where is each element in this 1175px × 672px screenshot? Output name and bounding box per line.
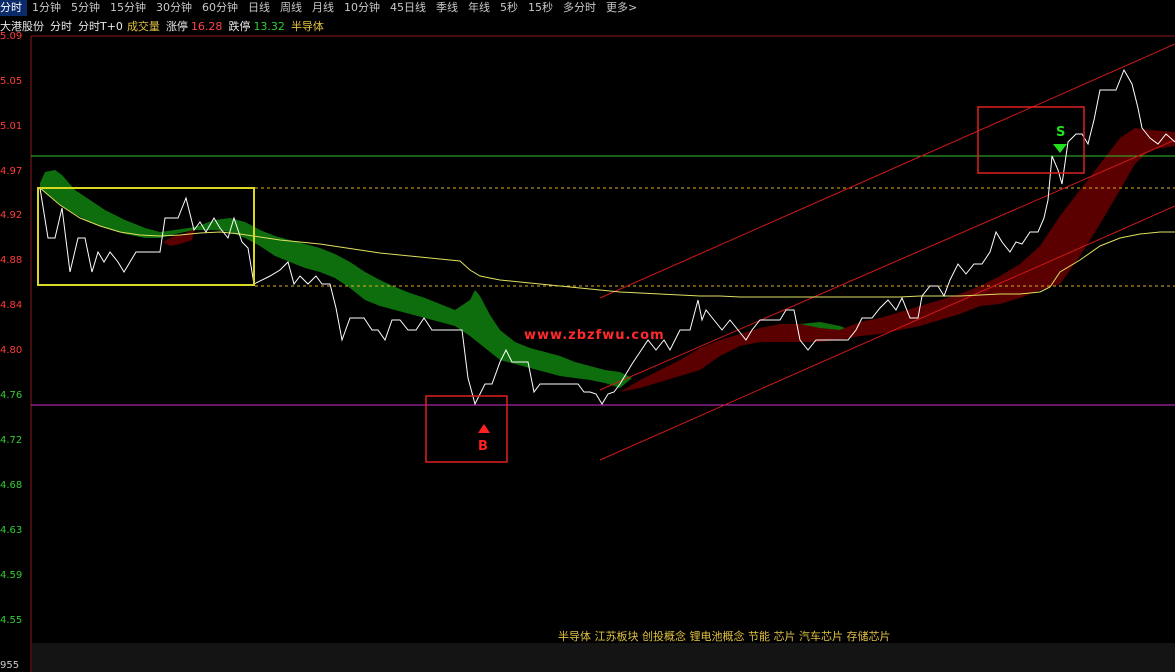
watermark-text: www.zbzfwu.com (524, 328, 665, 343)
volume-panel (32, 643, 1175, 672)
buy-arrow-icon (478, 424, 490, 433)
price-line (39, 68, 1175, 406)
buy-signal-box (425, 395, 508, 463)
price-axis: 5.09 5.05 5.01 4.97 4.92 4.88 4.84 4.80 4.76 4.72… (0, 0, 30, 672)
y-tick-label: 4.80 (0, 345, 23, 356)
y-tick-label: 5.09 (0, 31, 23, 42)
y-tick-label: 4.97 (0, 166, 23, 177)
red-band (620, 128, 1175, 392)
sell-arrow-icon (1053, 144, 1067, 153)
y-tick-label: 5.05 (0, 76, 23, 87)
y-tick-label: 4.63 (0, 525, 23, 536)
y-tick-label: 4.84 (0, 300, 23, 311)
y-tick-label: 5.01 (0, 121, 23, 132)
y-tick-label: 4.68 (0, 480, 23, 491)
y-tick-label: 4.59 (0, 570, 23, 581)
y-tick-label: 4.92 (0, 210, 23, 221)
sell-marker-label: S (1056, 125, 1065, 140)
y-tick-label: 955 (0, 660, 20, 671)
y-tick-label: 4.88 (0, 255, 23, 266)
y-tick-label: 4.76 (0, 390, 23, 401)
buy-marker-label: B (478, 439, 488, 454)
channel-middle (599, 139, 1175, 391)
y-tick-label: 4.55 (0, 615, 23, 626)
y-tick-label: 4.72 (0, 435, 23, 446)
sell-signal-box (977, 106, 1085, 174)
green-band (40, 170, 632, 388)
concept-tags[interactable]: 半导体 江苏板块 创投概念 锂电池概念 节能 芯片 汽车芯片 存储芯片 (558, 628, 890, 644)
channel-upper (599, 43, 1175, 299)
channel-lower (599, 205, 1175, 461)
